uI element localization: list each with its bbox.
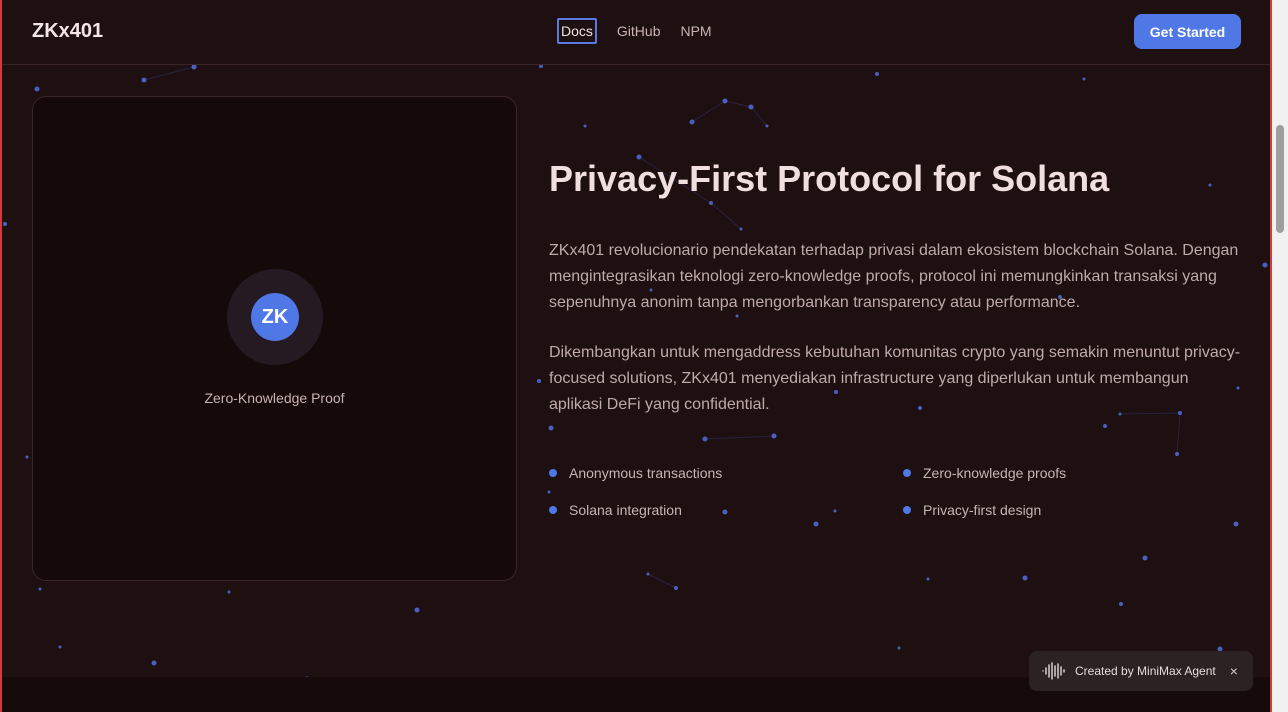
bullet-dot-icon	[903, 469, 911, 477]
feature-item: Privacy-first design	[903, 502, 1041, 518]
feature-item: Solana integration	[549, 502, 682, 518]
get-started-button[interactable]: Get Started	[1134, 14, 1241, 49]
about-section: Privacy-First Protocol for Solana ZKx401…	[549, 155, 1249, 518]
main-nav: Docs GitHub NPM	[557, 18, 728, 44]
toast-label: Created by MiniMax Agent	[1075, 664, 1216, 678]
feature-item: Anonymous transactions	[549, 465, 722, 481]
scrollbar[interactable]	[1272, 0, 1288, 712]
feature-label: Privacy-first design	[923, 502, 1042, 518]
waveform-icon	[1041, 661, 1067, 681]
nav-link-docs[interactable]: Docs	[557, 18, 597, 44]
nav-link-github[interactable]: GitHub	[613, 18, 665, 44]
scrollbar-thumb[interactable]	[1276, 125, 1284, 233]
bullet-dot-icon	[549, 469, 557, 477]
card-caption: Zero-Knowledge Proof	[204, 390, 345, 406]
intro-paragraph: ZKx401 revolucionario pendekatan terhada…	[549, 242, 1239, 311]
feature-item: Zero-knowledge proofs	[903, 465, 1066, 481]
bullet-dot-icon	[549, 506, 557, 514]
logo[interactable]: ZKx401	[32, 20, 103, 43]
zk-badge-ring: ZK	[227, 269, 323, 365]
feature-label: Solana integration	[569, 502, 682, 518]
zk-illustration-card: ZK Zero-Knowledge Proof	[32, 96, 517, 581]
top-navbar: ZKx401 Docs GitHub NPM Get Started	[2, 0, 1270, 65]
close-icon[interactable]: ×	[1230, 663, 1238, 679]
window-border-left	[0, 0, 2, 712]
section-title: Privacy-First Protocol for Solana	[549, 158, 1110, 199]
nav-link-npm[interactable]: NPM	[676, 18, 715, 44]
zk-badge-icon: ZK	[251, 293, 299, 341]
bullet-dot-icon	[903, 506, 911, 514]
created-by-toast[interactable]: Created by MiniMax Agent ×	[1029, 651, 1253, 691]
feature-label: Anonymous transactions	[569, 465, 723, 481]
detail-paragraph: Dikembangkan untuk mengaddress kebutuhan…	[549, 344, 1241, 413]
feature-label: Zero-knowledge proofs	[923, 465, 1067, 481]
